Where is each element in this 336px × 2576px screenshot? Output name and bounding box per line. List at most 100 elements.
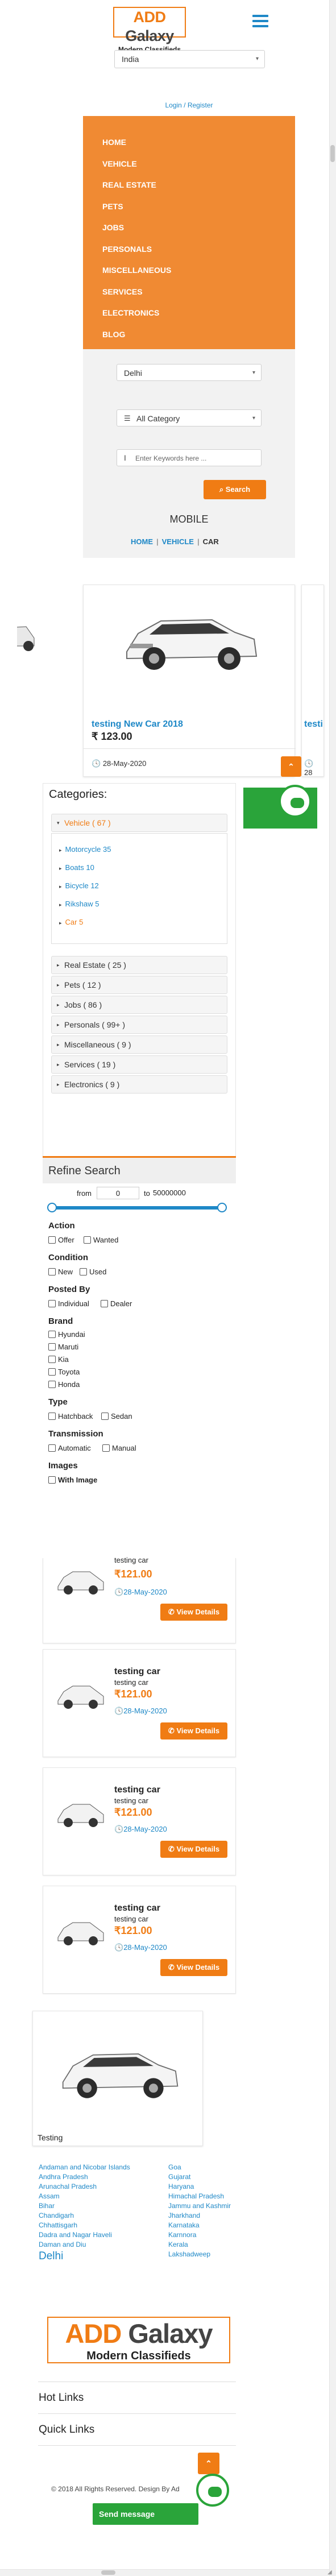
category-select[interactable]: ☰ All Category ▾ <box>117 409 262 426</box>
chat-bubble-icon[interactable] <box>279 785 312 818</box>
nav-item-pets[interactable]: PETS <box>83 196 295 218</box>
price-from-input[interactable]: 0 <box>97 1187 139 1199</box>
carousel-card[interactable]: testing New Car 2018 ₹ 123.00 🕓 28-May-2… <box>83 585 296 777</box>
city-select[interactable]: Delhi ▾ <box>117 364 262 381</box>
subcategory-car[interactable]: ▸ Car 5 <box>59 918 83 926</box>
carousel-prev-card[interactable] <box>17 586 36 762</box>
subcategory-bicycle[interactable]: ▸ Bicycle 12 <box>59 881 99 890</box>
category-electronics[interactable]: ▸ Electronics ( 9 ) <box>51 1075 227 1094</box>
listing-title[interactable]: testing car <box>114 1556 148 1564</box>
nav-item-electronics[interactable]: ELECTRONICS <box>83 303 295 324</box>
category-miscellaneous[interactable]: ▸ Miscellaneous ( 9 ) <box>51 1036 227 1054</box>
nav-item-miscellaneous[interactable]: MISCELLANEOUS <box>83 260 295 281</box>
carousel-next-title[interactable]: testi <box>304 719 323 730</box>
nav-item-personals[interactable]: PERSONALS <box>83 239 295 260</box>
category-personals[interactable]: ▸ Personals ( 99+ ) <box>51 1016 227 1034</box>
listing-card[interactable]: testing car testing car ₹121.00 🕓28-May-… <box>43 1649 236 1757</box>
state-link[interactable]: Jharkhand <box>168 2211 248 2221</box>
footer-hot-links[interactable]: Hot Links <box>39 2392 84 2404</box>
state-link[interactable]: Daman and Diu <box>39 2240 141 2250</box>
nav-item-vehicle[interactable]: VEHICLE <box>83 154 295 175</box>
state-link[interactable]: Himachal Pradesh <box>168 2192 248 2201</box>
nav-item-home[interactable]: HOME <box>83 132 295 154</box>
state-link[interactable]: Bihar <box>39 2201 141 2211</box>
listing-title[interactable]: testing car <box>114 1903 160 1914</box>
login-register-link[interactable]: Login / Register <box>83 101 295 109</box>
subcategory-boats[interactable]: ▸ Boats 10 <box>59 863 94 872</box>
hamburger-menu-icon[interactable] <box>252 15 268 27</box>
category-pets[interactable]: ▸ Pets ( 12 ) <box>51 976 227 994</box>
view-details-button[interactable]: ✆ View Details <box>160 1722 227 1740</box>
nav-item-services[interactable]: SERVICES <box>83 281 295 303</box>
filter-type-hatchback[interactable]: Hatchback <box>48 1412 93 1420</box>
resize-grip-icon[interactable]: ◢ <box>327 2569 334 2576</box>
nav-item-real-estate[interactable]: REAL ESTATE <box>83 175 295 196</box>
filter-transmission-manual[interactable]: Manual <box>102 1444 136 1452</box>
footer-logo[interactable]: ADD Galaxy Modern Classifieds <box>47 2317 230 2363</box>
subcategory-motorcycle[interactable]: ▸ Motorcycle 35 <box>59 845 111 854</box>
state-link[interactable]: Assam <box>39 2192 141 2201</box>
filter-type-sedan[interactable]: Sedan <box>101 1412 132 1420</box>
filter-action-wanted[interactable]: Wanted <box>84 1236 118 1244</box>
state-link[interactable]: Andaman and Nicobar Islands <box>39 2163 141 2172</box>
listing-card[interactable]: testing car testing car ₹121.00 🕓28-May-… <box>43 1767 236 1875</box>
vertical-scrollbar[interactable] <box>329 0 336 2576</box>
slider-max-handle[interactable] <box>217 1203 227 1212</box>
filter-brand-kia[interactable]: Kia <box>48 1355 69 1364</box>
price-range-slider[interactable] <box>51 1206 223 1210</box>
horizontal-scrollbar[interactable] <box>0 2569 329 2576</box>
search-button[interactable]: ⌕ Search <box>204 480 266 499</box>
state-link[interactable]: Chandigarh <box>39 2211 141 2221</box>
breadcrumb-vehicle[interactable]: VEHICLE <box>162 537 194 546</box>
category-vehicle[interactable]: ▾ Vehicle ( 67 ) <box>51 814 227 832</box>
filter-brand-honda[interactable]: Honda <box>48 1380 80 1389</box>
listing-card[interactable]: testing car ₹121.00 🕓28-May-2020 ✆ View … <box>43 1556 236 1643</box>
state-link[interactable]: Karnataka <box>168 2221 248 2230</box>
listing-card[interactable]: testing car testing car ₹121.00 🕓28-May-… <box>43 1886 236 1994</box>
category-real-estate[interactable]: ▸ Real Estate ( 25 ) <box>51 956 227 974</box>
listing-title[interactable]: testing car <box>114 1667 160 1677</box>
nav-item-jobs[interactable]: JOBS <box>83 217 295 239</box>
carousel-item-title[interactable]: testing New Car 2018 <box>92 719 183 730</box>
send-message-button[interactable]: Send message <box>93 2503 198 2525</box>
state-link[interactable]: Goa <box>168 2163 248 2172</box>
filter-posted-by-dealer[interactable]: Dealer <box>101 1299 132 1308</box>
featured-card[interactable]: Testing <box>32 2011 203 2146</box>
state-link[interactable]: Karnnora <box>168 2230 248 2240</box>
state-link[interactable]: Andhra Pradesh <box>39 2172 141 2182</box>
slider-min-handle[interactable] <box>47 1203 57 1212</box>
listing-title[interactable]: testing car <box>114 1785 160 1795</box>
scroll-top-button[interactable]: ⌃ <box>198 2453 219 2474</box>
category-services[interactable]: ▸ Services ( 19 ) <box>51 1055 227 1074</box>
keyword-input[interactable]: Ⅰ Enter Keywords here ... <box>117 449 262 466</box>
state-link[interactable]: Gujarat <box>168 2172 248 2182</box>
state-link[interactable]: Kerala <box>168 2240 248 2250</box>
footer-city-link[interactable]: Delhi <box>39 2250 63 2263</box>
filter-condition-used[interactable]: Used <box>80 1268 106 1276</box>
country-select[interactable]: India ▾ <box>114 50 265 68</box>
filter-images-with-image[interactable]: With Image <box>48 1476 97 1484</box>
nav-item-blog[interactable]: BLOG <box>83 324 295 346</box>
state-link[interactable]: Lakshadweep <box>168 2250 248 2259</box>
state-link[interactable]: Arunachal Pradesh <box>39 2182 141 2192</box>
subcategory-rikshaw[interactable]: ▸ Rikshaw 5 <box>59 900 99 908</box>
filter-condition-new[interactable]: New <box>48 1268 73 1276</box>
view-details-button[interactable]: ✆ View Details <box>160 1841 227 1858</box>
filter-transmission-automatic[interactable]: Automatic <box>48 1444 91 1452</box>
view-details-button[interactable]: ✆ View Details <box>160 1604 227 1621</box>
filter-action-offer[interactable]: Offer <box>48 1236 74 1244</box>
state-link[interactable]: Haryana <box>168 2182 248 2192</box>
site-logo[interactable]: ADD Galaxy Modern Classifieds <box>113 7 186 53</box>
category-jobs[interactable]: ▸ Jobs ( 86 ) <box>51 996 227 1014</box>
filter-brand-maruti[interactable]: Maruti <box>48 1343 78 1351</box>
state-link[interactable]: Jammu and Kashmir <box>168 2201 248 2211</box>
filter-brand-toyota[interactable]: Toyota <box>48 1368 80 1376</box>
filter-posted-by-individual[interactable]: Individual <box>48 1299 89 1308</box>
scroll-top-button[interactable]: ⌃ <box>281 756 301 777</box>
state-link[interactable]: Dadra and Nagar Haveli <box>39 2230 141 2240</box>
view-details-button[interactable]: ✆ View Details <box>160 1959 227 1976</box>
state-link[interactable]: Chhattisgarh <box>39 2221 141 2230</box>
breadcrumb-home[interactable]: HOME <box>131 537 153 546</box>
price-to-input[interactable]: 50000000 <box>152 1187 197 1199</box>
carousel-next-card[interactable]: testi 🕓 28 <box>301 585 324 777</box>
